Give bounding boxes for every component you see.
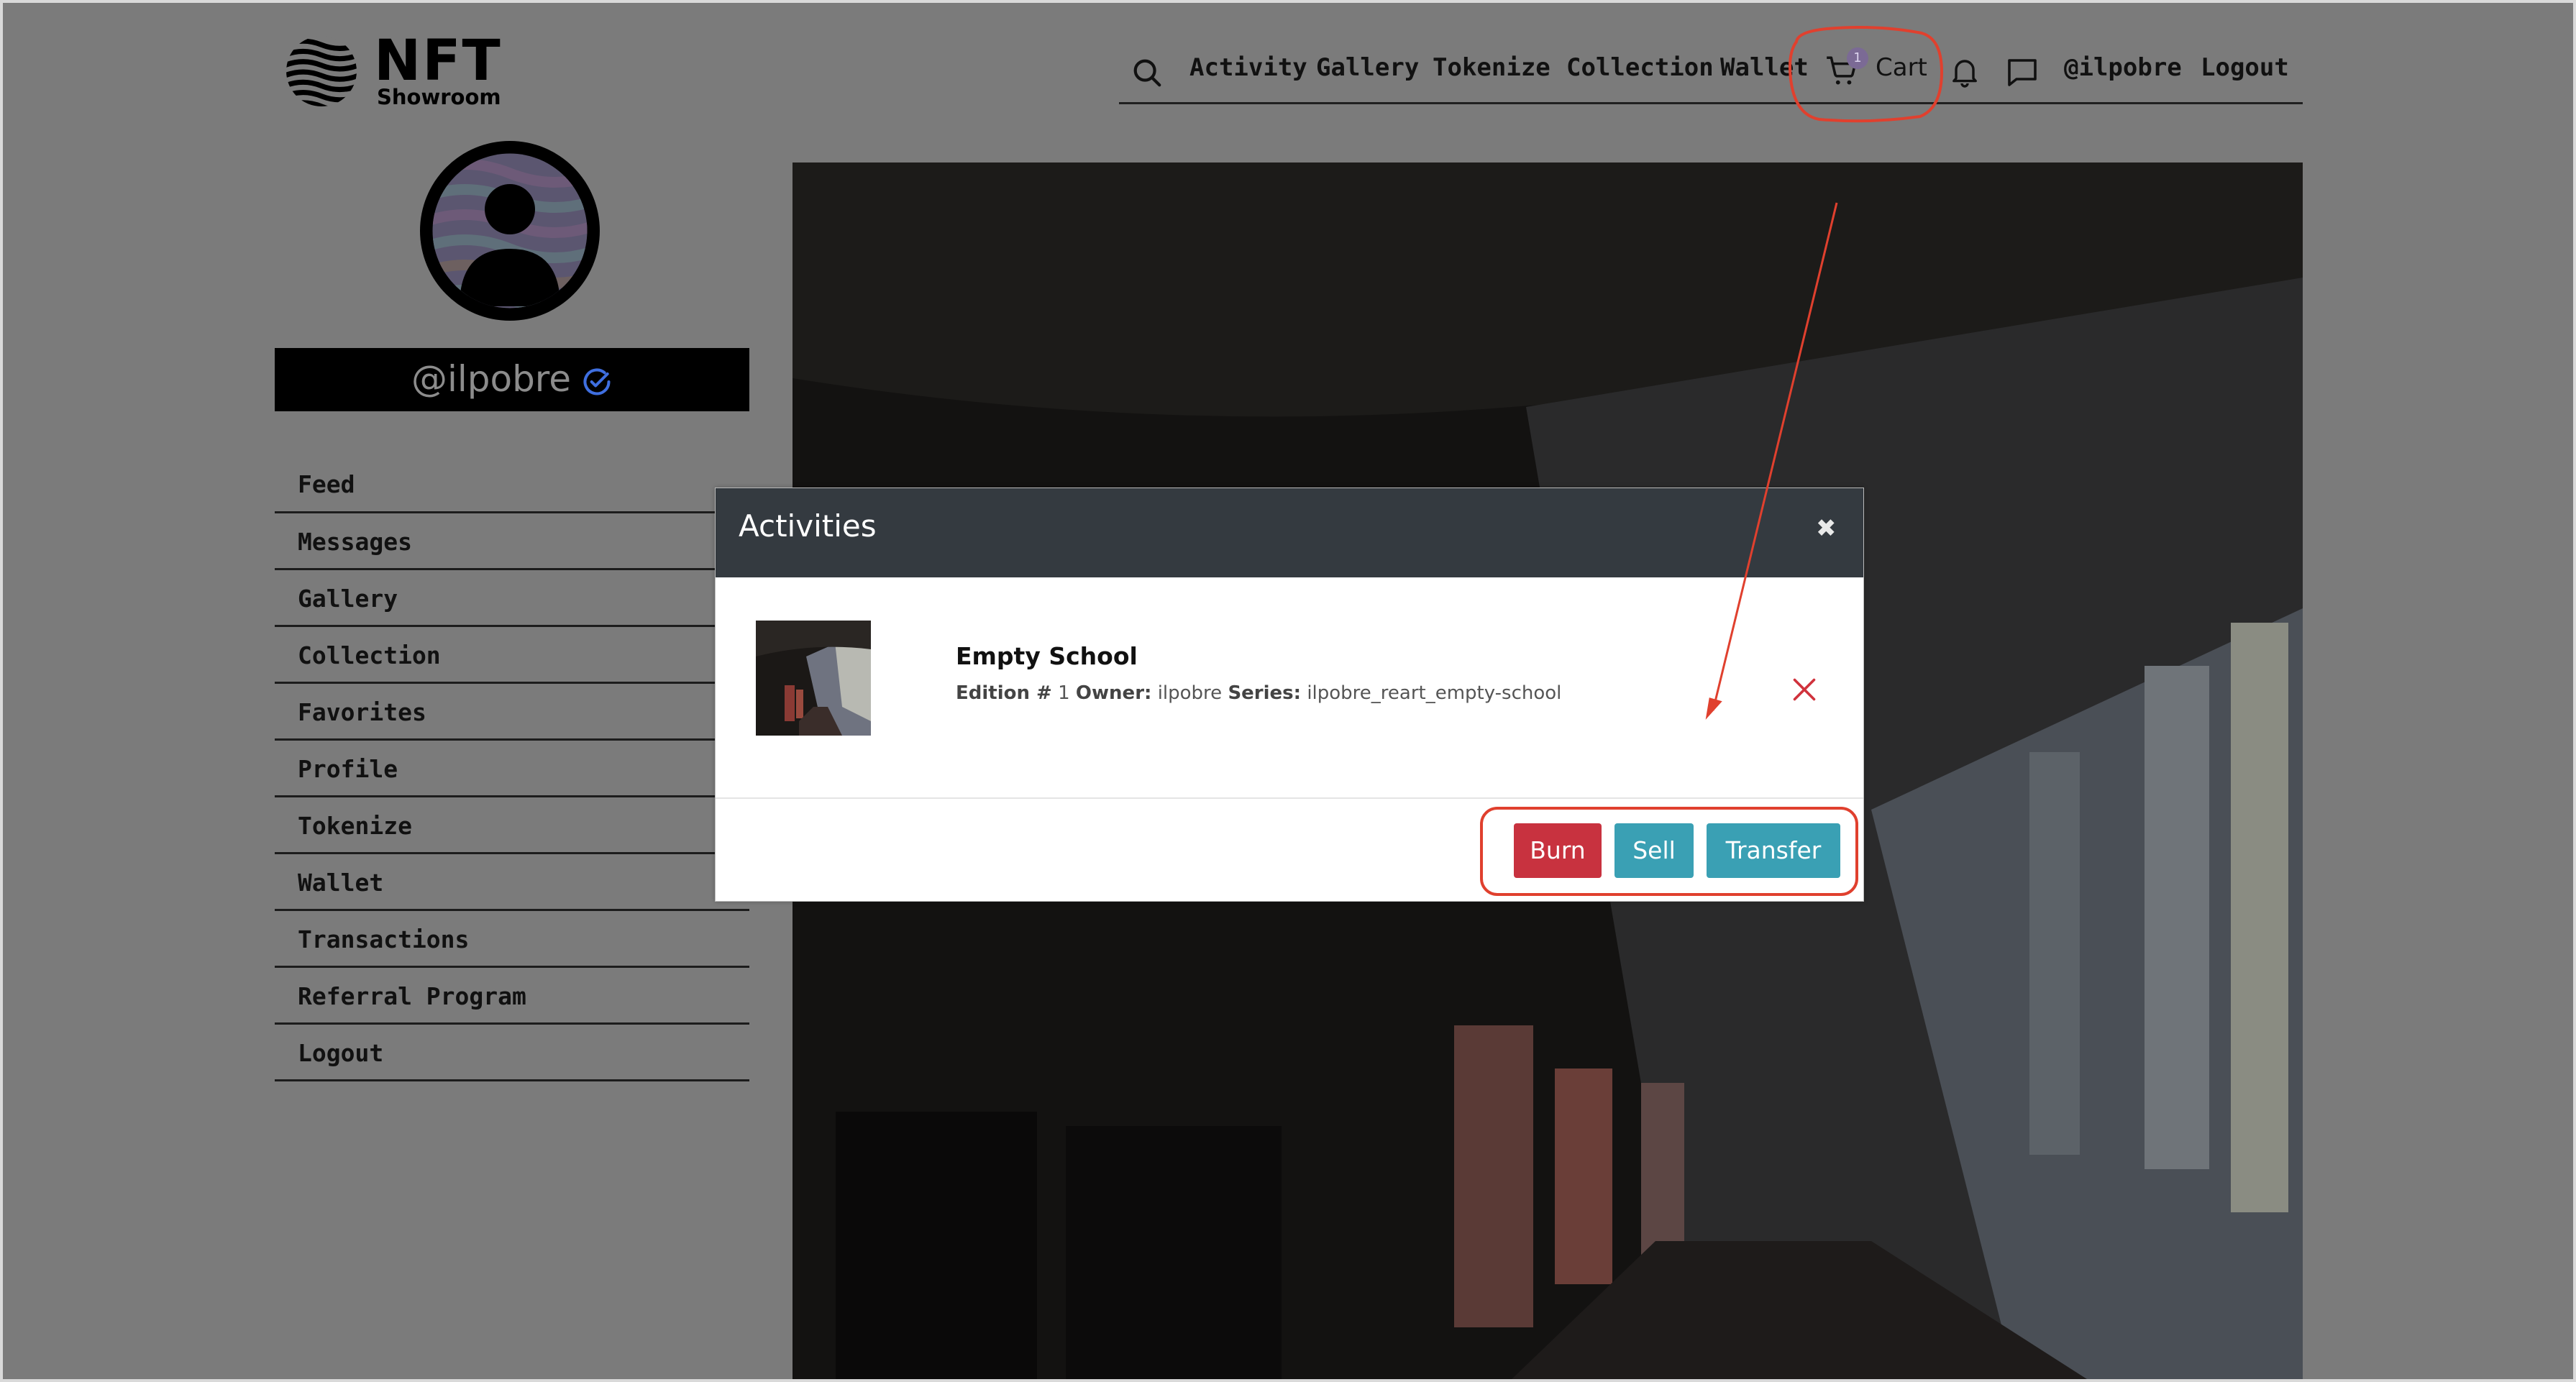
- modal-header: Activities ✖: [716, 488, 1863, 577]
- sidebar-item-gallery[interactable]: Gallery: [275, 570, 749, 627]
- series-value: ilpobre_reart_empty-school: [1307, 682, 1562, 704]
- sidebar-item-wallet[interactable]: Wallet: [275, 854, 749, 911]
- nav-collection[interactable]: Collection: [1566, 53, 1714, 82]
- verified-badge-icon: [583, 368, 611, 395]
- sidebar-item-profile[interactable]: Profile: [275, 741, 749, 797]
- brand-logo[interactable]: NFT Showroom: [285, 30, 501, 111]
- sidebar-menu: Feed Messages Gallery Collection Favorit…: [275, 456, 749, 1081]
- brand-tagline: Showroom: [377, 85, 501, 109]
- sidebar-item-logout[interactable]: Logout: [275, 1025, 749, 1081]
- edition-label: Edition #: [956, 682, 1052, 704]
- series-label: Series:: [1228, 682, 1302, 704]
- burn-button[interactable]: Burn: [1514, 823, 1602, 878]
- avatar-silhouette-icon: [432, 153, 588, 308]
- remove-item-icon[interactable]: [1791, 677, 1817, 703]
- thumbnail-corridor-image: [756, 621, 871, 736]
- sidebar-item-favorites[interactable]: Favorites: [275, 684, 749, 741]
- avatar[interactable]: [420, 141, 600, 321]
- modal-divider: [716, 797, 1863, 799]
- bell-icon[interactable]: [1947, 53, 1982, 89]
- profile-handle-bar: @ilpobre: [275, 348, 749, 411]
- sidebar-item-collection[interactable]: Collection: [275, 627, 749, 684]
- sidebar-item-messages[interactable]: Messages: [275, 513, 749, 570]
- transfer-button[interactable]: Transfer: [1707, 823, 1840, 878]
- modal-title: Activities: [739, 508, 877, 544]
- sell-button[interactable]: Sell: [1614, 823, 1694, 878]
- nav-wallet[interactable]: Wallet: [1720, 53, 1809, 82]
- nav-cart-label[interactable]: Cart: [1876, 53, 1927, 82]
- sidebar-item-tokenize[interactable]: Tokenize: [275, 797, 749, 854]
- sidebar-item-feed[interactable]: Feed: [275, 456, 749, 513]
- message-icon[interactable]: [2005, 55, 2040, 89]
- activities-modal: Activities ✖ Empty School Edition # 1 Ow…: [715, 488, 1864, 902]
- brand-name: NFT: [374, 29, 502, 93]
- logo-mark-icon: [286, 36, 357, 106]
- sidebar-item-transactions[interactable]: Transactions: [275, 911, 749, 968]
- item-thumbnail: [756, 621, 871, 736]
- edition-value: 1: [1058, 682, 1070, 704]
- nav-logout[interactable]: Logout: [2201, 53, 2289, 82]
- profile-handle: @ilpobre: [411, 358, 572, 400]
- search-icon[interactable]: [1131, 56, 1164, 89]
- item-meta: Edition # 1 Owner: ilpobre Series: ilpob…: [956, 682, 1561, 704]
- nav-tokenize[interactable]: Tokenize: [1433, 53, 1550, 82]
- close-icon[interactable]: ✖: [1816, 514, 1837, 543]
- owner-label: Owner:: [1075, 682, 1152, 704]
- owner-value: ilpobre: [1157, 682, 1223, 704]
- nav-user[interactable]: @ilpobre: [2064, 53, 2182, 82]
- nav-gallery[interactable]: Gallery: [1316, 53, 1419, 82]
- item-title[interactable]: Empty School: [956, 642, 1138, 670]
- sidebar-item-referral-program[interactable]: Referral Program: [275, 968, 749, 1025]
- cart-count-badge: 1: [1847, 47, 1868, 69]
- nav-activity[interactable]: Activity: [1189, 53, 1307, 82]
- top-navigation: Activity Gallery Tokenize Collection Wal…: [1119, 45, 2303, 104]
